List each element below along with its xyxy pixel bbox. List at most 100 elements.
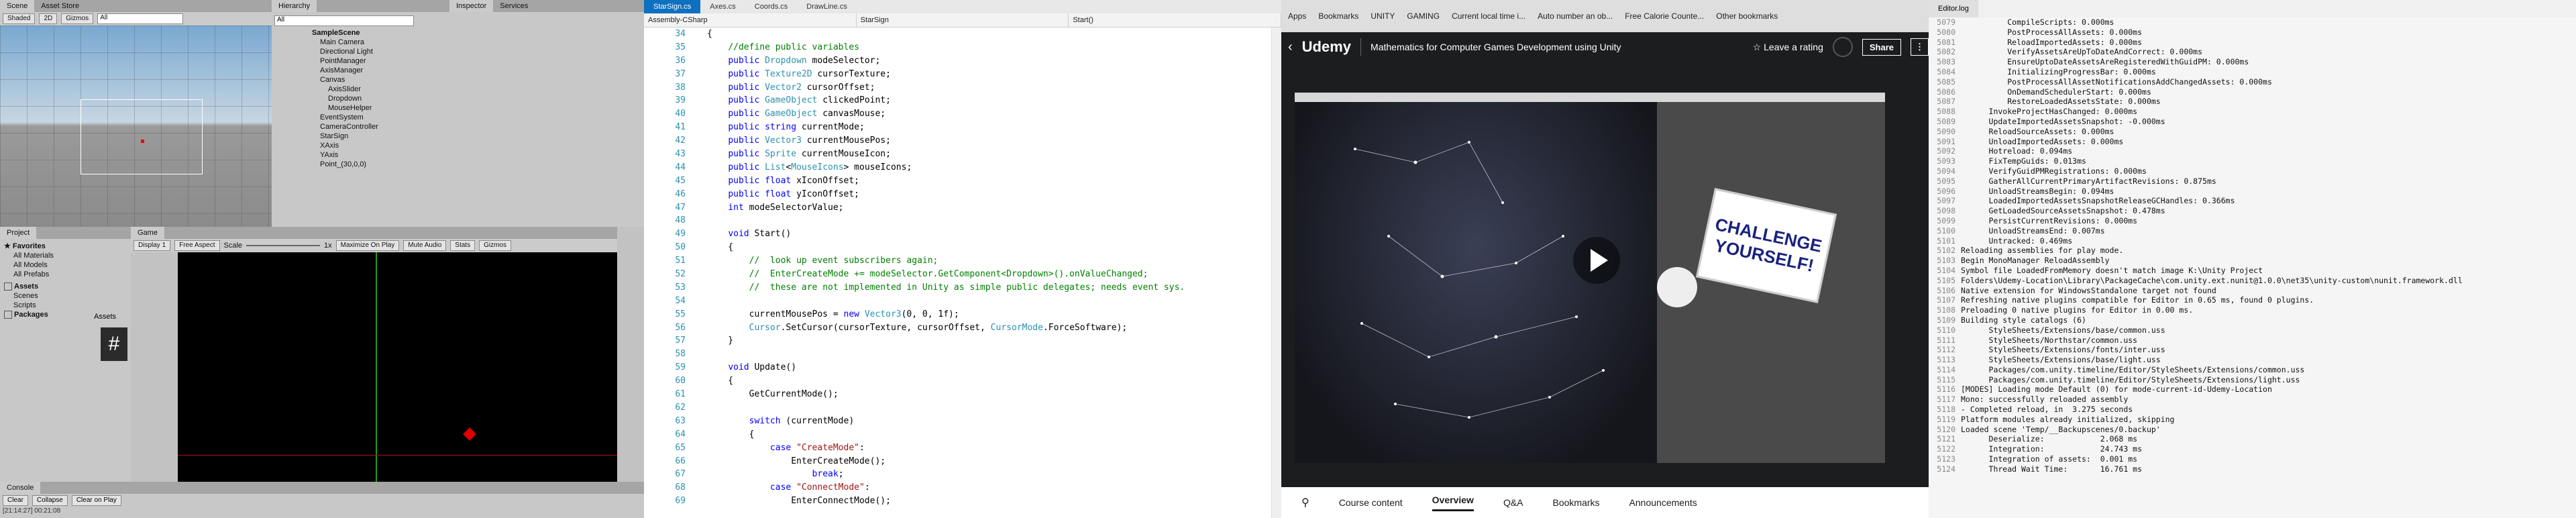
assets-folder[interactable]: Assets <box>4 282 127 291</box>
bookmark-item[interactable]: Apps <box>1288 11 1306 21</box>
tab-inspector[interactable]: Inspector <box>449 0 494 12</box>
tab-asset-store[interactable]: Asset Store <box>34 0 86 12</box>
back-chevron-icon[interactable]: ‹ <box>1288 40 1293 55</box>
2d-toggle[interactable]: 2D <box>39 13 58 24</box>
hierarchy-search-input[interactable]: All <box>274 15 414 26</box>
progress-trophy-icon[interactable] <box>1832 37 1853 57</box>
tree-item[interactable]: All Prefabs <box>4 270 127 279</box>
project-dropdown[interactable]: Assembly-CSharp <box>644 13 857 27</box>
class-dropdown[interactable]: StarSign <box>857 13 1069 27</box>
bookmark-item[interactable]: Bookmarks <box>1318 11 1358 21</box>
scale-slider[interactable] <box>246 245 321 246</box>
tab-overview[interactable]: Overview <box>1432 495 1474 511</box>
tree-item[interactable]: Scenes <box>4 291 127 301</box>
tree-item[interactable]: MouseHelper <box>312 103 449 113</box>
tree-item[interactable]: AxisManager <box>312 66 449 75</box>
line-number: 36 <box>675 55 686 66</box>
tab-console[interactable]: Console <box>0 482 41 494</box>
game-view[interactable] <box>178 252 617 482</box>
code-token: GameObject <box>765 109 818 119</box>
editor-scrollbar[interactable] <box>1271 28 1281 518</box>
tree-item[interactable]: XAxis <box>312 141 449 150</box>
tab-editor-log[interactable]: Editor.log <box>1929 0 1978 17</box>
line-number: 55 <box>675 309 686 319</box>
scene-search-input[interactable]: All <box>97 13 184 24</box>
aspect-dropdown[interactable]: Free Aspect <box>174 240 220 251</box>
script-file-icon[interactable]: # <box>101 327 127 361</box>
tree-item[interactable]: Dropdown <box>312 94 449 103</box>
tree-item[interactable]: Point_(30,0,0) <box>312 160 449 169</box>
udemy-logo[interactable]: Udemy <box>1302 38 1351 56</box>
tree-item[interactable]: PointManager <box>312 56 449 66</box>
shading-dropdown[interactable]: Shaded <box>3 13 36 24</box>
tree-item[interactable]: AxisSlider <box>312 85 449 94</box>
share-button[interactable]: Share <box>1862 38 1901 56</box>
tab-course-content[interactable]: Course content <box>1339 497 1403 508</box>
code-token: public <box>728 109 760 119</box>
tree-item[interactable]: CameraController <box>312 122 449 132</box>
bookmark-item[interactable]: UNITY <box>1371 11 1395 21</box>
code-token: // these are not implemented in Unity as… <box>749 282 1185 293</box>
code-token: GameObject <box>765 95 818 106</box>
line-number: 51 <box>675 256 686 266</box>
bookmark-item[interactable]: GAMING <box>1407 11 1440 21</box>
tab-coords-cs[interactable]: Coords.cs <box>745 0 798 13</box>
bookmark-item[interactable]: Other bookmarks <box>1716 11 1778 21</box>
code-token: currentMode; <box>796 122 865 133</box>
tree-item[interactable]: Directional Light <box>312 47 449 56</box>
display-dropdown[interactable]: Display 1 <box>133 240 171 251</box>
scene-view[interactable] <box>0 25 272 227</box>
code-area[interactable]: 34{35 //define public variables 36 public… <box>644 28 1281 518</box>
member-dropdown[interactable]: Start() <box>1069 13 1281 27</box>
course-title[interactable]: Mathematics for Computer Games Developme… <box>1371 42 1621 52</box>
favorites-folder[interactable]: ★ Favorites <box>4 242 127 251</box>
more-vertical-icon[interactable]: ⋮ <box>1911 38 1929 56</box>
mute-audio-toggle[interactable]: Mute Audio <box>403 240 447 251</box>
stats-toggle[interactable]: Stats <box>450 240 476 251</box>
tree-item[interactable]: SampleScene <box>312 28 449 38</box>
video-player[interactable]: CHALLENGE YOURSELF! <box>1295 93 1885 463</box>
search-icon[interactable]: ⚲ <box>1301 496 1309 509</box>
tree-item[interactable]: YAxis <box>312 150 449 160</box>
tree-item[interactable]: All Materials <box>4 251 127 260</box>
play-button[interactable] <box>1573 237 1620 284</box>
bookmark-item[interactable]: Auto number an ob... <box>1538 11 1613 21</box>
tab-hierarchy[interactable]: Hierarchy <box>272 0 317 12</box>
project-breadcrumb[interactable]: Assets <box>94 313 116 321</box>
log-line-number: 5124 <box>1937 464 1955 474</box>
console-collapse-button[interactable]: Collapse <box>32 495 68 506</box>
tab-drawline-cs[interactable]: DrawLine.cs <box>797 0 857 13</box>
tab-qa[interactable]: Q&A <box>1503 497 1523 508</box>
bookmark-item[interactable]: Free Calorie Counte... <box>1625 11 1704 21</box>
leave-rating-button[interactable]: ☆ Leave a rating <box>1753 42 1823 53</box>
tab-services[interactable]: Services <box>493 0 535 12</box>
tree-item[interactable]: Main Camera <box>312 38 449 47</box>
log-line-number: 5101 <box>1937 236 1955 246</box>
console-clear-on-play-button[interactable]: Clear on Play <box>71 495 121 506</box>
console-clear-button[interactable]: Clear <box>3 495 28 506</box>
tree-item[interactable]: Scripts <box>4 301 127 310</box>
tab-game[interactable]: Game <box>131 227 164 239</box>
tab-bookmarks[interactable]: Bookmarks <box>1553 497 1600 508</box>
code-token: (0, 0, 1f); <box>901 309 959 319</box>
gizmos-dropdown[interactable]: Gizmos <box>61 13 94 24</box>
tree-item[interactable]: StarSign <box>312 132 449 141</box>
tab-announcements[interactable]: Announcements <box>1629 497 1697 508</box>
gizmos-toggle[interactable]: Gizmos <box>479 240 511 251</box>
code-text: // these are not implemented in Unity as… <box>694 281 1185 295</box>
tree-item[interactable]: EventSystem <box>312 113 449 122</box>
log-line: 5112 StyleSheets/Extensions/fonts/inter.… <box>1929 345 2576 355</box>
tab-starsign-cs[interactable]: StarSign.cs <box>644 0 701 13</box>
tab-axes-cs[interactable]: Axes.cs <box>700 0 745 13</box>
tab-project[interactable]: Project <box>0 227 37 239</box>
tab-scene[interactable]: Scene <box>0 0 35 12</box>
maximize-on-play-toggle[interactable]: Maximize On Play <box>335 240 400 251</box>
bookmark-item[interactable]: Current local time i... <box>1452 11 1525 21</box>
line-number: 67 <box>675 469 686 480</box>
tree-item[interactable]: All Models <box>4 260 127 270</box>
tree-item[interactable]: Canvas <box>312 75 449 85</box>
log-text-area[interactable]: 5079 CompileScripts: 0.000ms 5080 PostPro… <box>1929 17 2576 474</box>
